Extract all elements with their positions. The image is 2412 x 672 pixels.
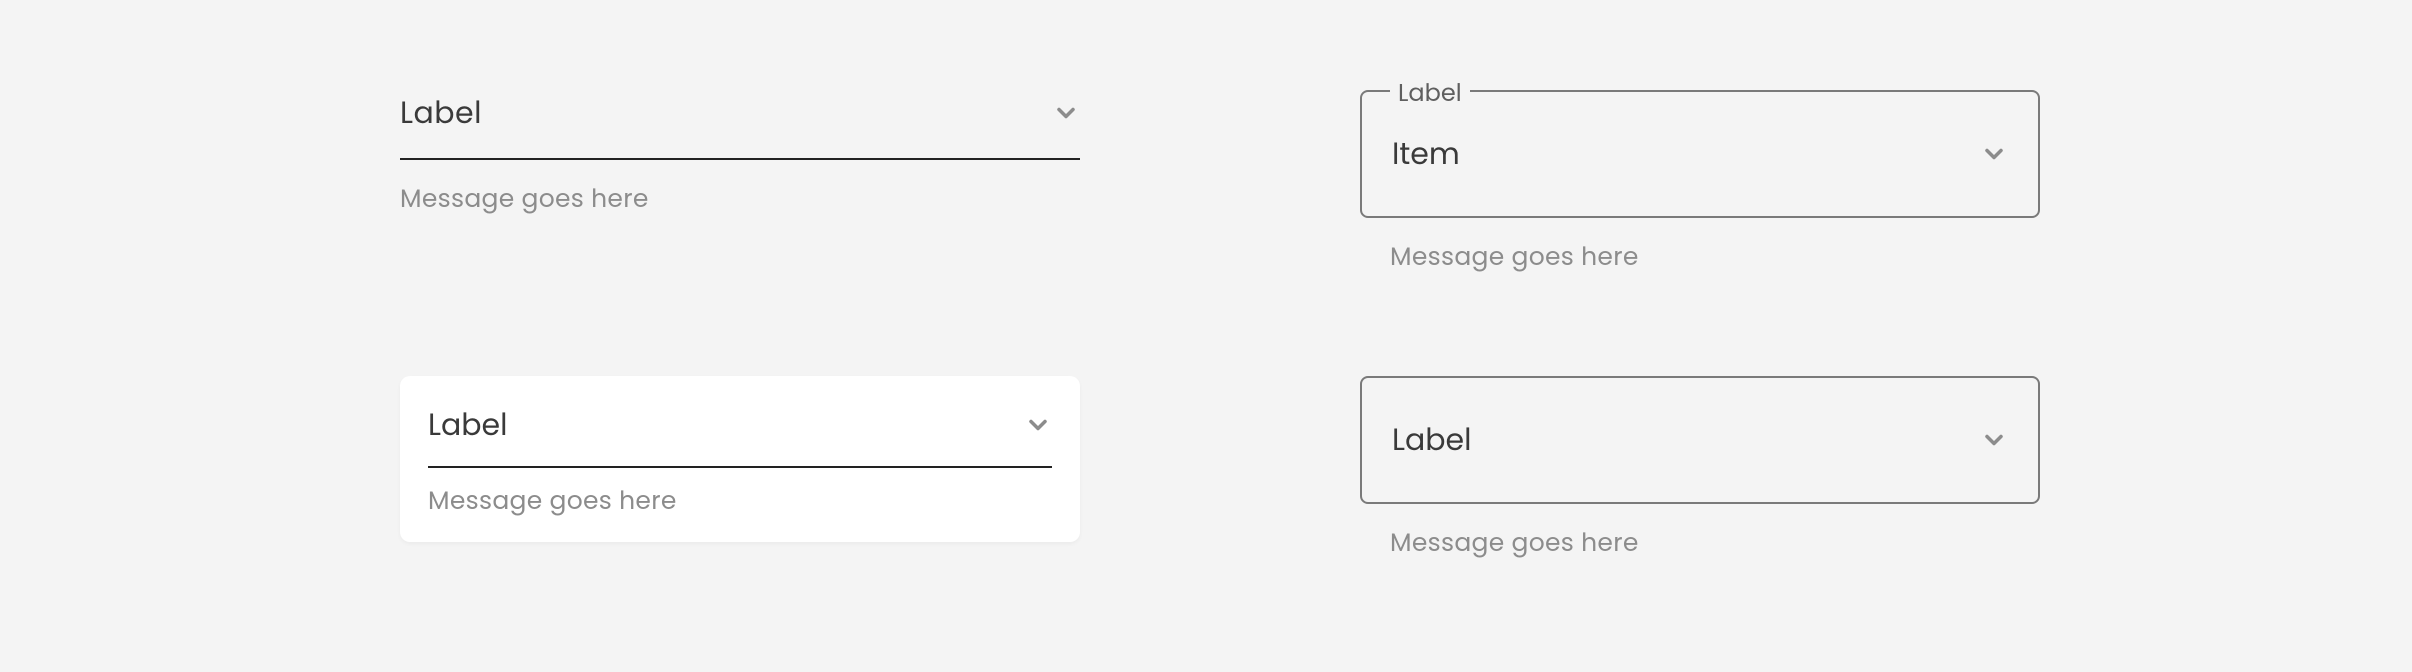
chevron-down-icon	[1024, 411, 1052, 439]
helper-text: Message goes here	[400, 180, 1080, 218]
dropdown-card: Label Message goes here	[400, 376, 1080, 542]
floating-label: Label	[1390, 76, 1470, 111]
chevron-down-icon	[1980, 140, 2008, 168]
dropdown-selected-value: Item	[1392, 131, 1460, 177]
chevron-down-icon	[1980, 426, 2008, 454]
dropdown-card-surface: Label Message goes here	[400, 376, 1080, 542]
dropdown-underline: Label Message goes here	[400, 90, 1080, 218]
dropdown-label: Label	[400, 90, 482, 136]
dropdown-outlined: Label Message goes here	[1360, 376, 2040, 562]
dropdown-control[interactable]: Label Item	[1360, 90, 2040, 218]
dropdown-label: Label	[428, 402, 508, 448]
helper-text: Message goes here	[428, 482, 1052, 520]
dropdown-control[interactable]: Label	[428, 402, 1052, 468]
dropdown-control[interactable]: Label	[400, 90, 1080, 160]
helper-text: Message goes here	[1390, 238, 2040, 276]
dropdown-control[interactable]: Label	[1360, 376, 2040, 504]
dropdown-outlined-floating: Label Item Message goes here	[1360, 90, 2040, 276]
helper-text: Message goes here	[1390, 524, 2040, 562]
dropdown-label: Label	[1392, 417, 1472, 463]
chevron-down-icon	[1052, 99, 1080, 127]
